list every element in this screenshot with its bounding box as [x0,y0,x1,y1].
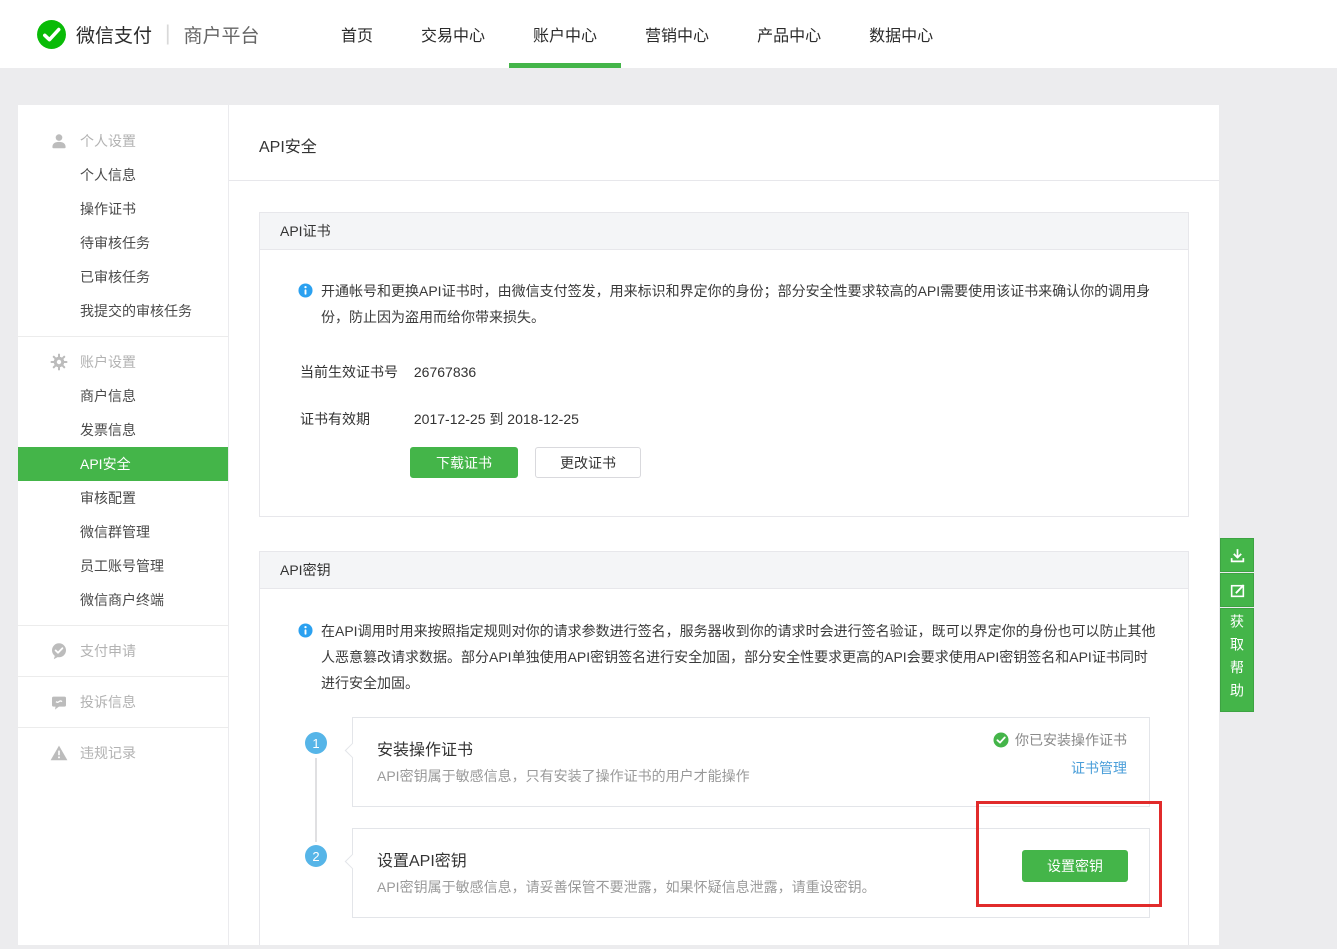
nav-tab-home[interactable]: 首页 [341,0,373,68]
warning-icon [50,744,68,762]
step-box-notch [345,854,361,870]
brand-separator: | [165,22,170,46]
download-icon [1229,547,1246,564]
certificate-validity-label: 证书有效期 [300,409,410,429]
nav-tab-data[interactable]: 数据中心 [869,0,933,68]
nav-tab-account[interactable]: 账户中心 [533,0,597,68]
sidebar: 个人设置个人信息操作证书待审核任务已审核任务我提交的审核任务账户设置商户信息发票… [18,105,228,945]
sidebar-item-personal-4[interactable]: 我提交的审核任务 [18,294,228,328]
api-key-card: API密钥 在API调用时用来按照指定规则对你的请求参数进行签名，服务器收到你的… [259,551,1189,945]
sidebar-item-personal-0[interactable]: 个人信息 [18,158,228,192]
sidebar-section-personal: 个人设置个人信息操作证书待审核任务已审核任务我提交的审核任务 [18,105,228,336]
chat-icon [50,693,68,711]
sidebar-section-label: 违规记录 [80,745,136,761]
main-panel: API安全 API证书 开通帐号和更换API证书时，由微信支付签发，用来标识和界… [228,105,1219,945]
set-api-key-step-desc: API密钥属于敏感信息，请妥善保管不要泄露，如果怀疑信息泄露，请重设密钥。 [377,877,876,897]
sidebar-item-personal-3[interactable]: 已审核任务 [18,260,228,294]
sidebar-section-pay-apply: 支付申请 [18,625,228,676]
sidebar-item-account-6[interactable]: 微信商户终端 [18,583,228,617]
sidebar-item-personal-2[interactable]: 待审核任务 [18,226,228,260]
api-key-card-header: API密钥 [260,552,1188,589]
step-2-badge: 2 [305,845,327,867]
download-float-button[interactable] [1220,538,1254,572]
certificate-info-text: 开通帐号和更换API证书时，由微信支付签发，用来标识和界定你的身份；部分安全性要… [321,278,1159,330]
certificate-number-label: 当前生效证书号 [300,362,410,382]
sidebar-section-title-violation[interactable]: 违规记录 [18,736,228,770]
api-key-info-row: 在API调用时用来按照指定规则对你的请求参数进行签名，服务器收到你的请求时会进行… [298,618,1159,696]
sidebar-item-account-2[interactable]: API安全 [18,447,228,481]
install-certificate-step-box: 安装操作证书 API密钥属于敏感信息，只有安装了操作证书的用户才能操作 你已安装… [352,717,1150,807]
api-certificate-card-header: API证书 [260,213,1188,250]
install-certificate-step-desc: API密钥属于敏感信息，只有安装了操作证书的用户才能操作 [377,766,750,786]
sidebar-section-label: 个人设置 [80,133,136,149]
sidebar-section-title-pay-apply[interactable]: 支付申请 [18,634,228,668]
sidebar-item-account-5[interactable]: 员工账号管理 [18,549,228,583]
brand-product-name: 微信支付 [76,21,152,48]
chat-check-icon [50,642,68,660]
sidebar-section-title-complaint[interactable]: 投诉信息 [18,685,228,719]
sidebar-item-account-1[interactable]: 发票信息 [18,413,228,447]
wechat-pay-logo-icon [36,19,67,50]
nav-tab-marketing[interactable]: 营销中心 [645,0,709,68]
check-circle-icon [993,732,1015,748]
sidebar-item-account-4[interactable]: 微信群管理 [18,515,228,549]
certificate-validity-value: 2017-12-25 到 2018-12-25 [414,411,579,427]
sidebar-section-account: 账户设置商户信息发票信息API安全审核配置微信群管理员工账号管理微信商户终端 [18,336,228,625]
set-api-key-step-title: 设置API密钥 [377,847,467,871]
api-key-info-text: 在API调用时用来按照指定规则对你的请求参数进行签名，服务器收到你的请求时会进行… [321,618,1159,696]
set-api-key-step-box: 设置API密钥 API密钥属于敏感信息，请妥善保管不要泄露，如果怀疑信息泄露，请… [352,828,1150,918]
page-title: API安全 [259,133,317,157]
user-icon [50,132,68,150]
certificate-info-row: 开通帐号和更换API证书时，由微信支付签发，用来标识和界定你的身份；部分安全性要… [298,278,1159,330]
certificate-installed-status: 你已安装操作证书 [993,730,1127,750]
sidebar-item-account-0[interactable]: 商户信息 [18,379,228,413]
sidebar-section-title-account[interactable]: 账户设置 [18,345,228,379]
sidebar-item-personal-1[interactable]: 操作证书 [18,192,228,226]
step-connector-line [315,758,317,842]
edit-icon [1229,582,1246,599]
feedback-float-button[interactable] [1220,573,1254,607]
title-divider [229,180,1219,181]
step-box-notch [345,743,361,759]
certificate-installed-text: 你已安装操作证书 [1015,730,1127,750]
step-1-badge: 1 [305,732,327,754]
top-navbar: 微信支付 | 商户平台 首页交易中心账户中心营销中心产品中心数据中心 [0,0,1337,68]
current-certificate-row: 当前生效证书号 26767836 [300,362,476,382]
nav-tab-product[interactable]: 产品中心 [757,0,821,68]
certificate-validity-row: 证书有效期 2017-12-25 到 2018-12-25 [300,409,579,429]
sidebar-section-title-personal[interactable]: 个人设置 [18,124,228,158]
certificate-number-value: 26767836 [414,364,476,380]
install-certificate-step-title: 安装操作证书 [377,736,473,760]
main-nav: 首页交易中心账户中心营销中心产品中心数据中心 [341,0,933,68]
get-help-button[interactable]: 获取帮助 [1220,608,1254,712]
info-icon [298,623,313,638]
sidebar-section-violation: 违规记录 [18,727,228,778]
brand-platform-name: 商户平台 [183,21,259,48]
brand-logo[interactable]: 微信支付 | 商户平台 [36,0,260,68]
sidebar-section-label: 账户设置 [80,354,136,370]
sidebar-section-label: 投诉信息 [80,694,136,710]
change-certificate-button[interactable]: 更改证书 [535,447,641,478]
wechat-pay-merchant-platform: 微信支付 | 商户平台 首页交易中心账户中心营销中心产品中心数据中心 个人设置个… [0,0,1337,949]
sidebar-section-complaint: 投诉信息 [18,676,228,727]
certificate-manage-link[interactable]: 证书管理 [1071,758,1127,778]
download-certificate-button[interactable]: 下载证书 [410,447,518,478]
get-help-label: 获取帮助 [1220,614,1254,706]
set-key-button[interactable]: 设置密钥 [1022,850,1128,882]
info-icon [298,283,313,298]
floating-help-stack: 获取帮助 [1220,538,1254,713]
certificate-buttons-row: 下载证书 更改证书 [410,447,641,478]
sidebar-item-account-3[interactable]: 审核配置 [18,481,228,515]
nav-tab-trade[interactable]: 交易中心 [421,0,485,68]
sidebar-section-label: 支付申请 [80,643,136,659]
api-certificate-card: API证书 开通帐号和更换API证书时，由微信支付签发，用来标识和界定你的身份；… [259,212,1189,517]
gear-icon [50,353,68,371]
